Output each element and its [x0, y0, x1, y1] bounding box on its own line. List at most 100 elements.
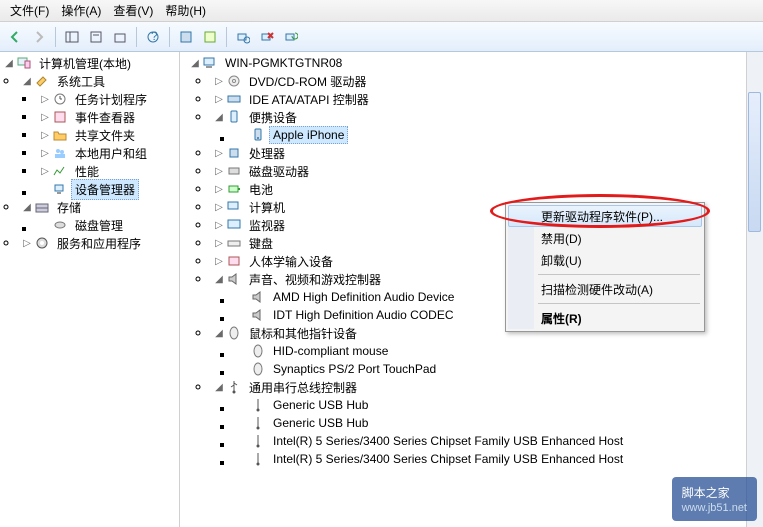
tree-root-computer-mgmt[interactable]: ◢ 计算机管理(本地) [0, 54, 179, 72]
mouse-icon [226, 325, 242, 341]
device-apple-iphone[interactable]: Apple iPhone [234, 126, 763, 144]
device-root[interactable]: ◢WIN-PGMKTGTNR08 [186, 54, 763, 72]
perf-icon [52, 163, 68, 179]
tree-device-manager[interactable]: 设备管理器 [36, 180, 179, 198]
export-button[interactable] [109, 26, 131, 48]
tree-system-tools[interactable]: ◢ 系统工具 [18, 72, 179, 90]
speaker-icon [250, 289, 266, 305]
speaker-icon [250, 307, 266, 323]
device-battery[interactable]: ▷电池 [210, 180, 763, 198]
selected-device-label: Apple iPhone [269, 126, 348, 144]
expand-icon: ◢ [212, 110, 226, 124]
mouse-icon [250, 343, 266, 359]
tools-icon [34, 73, 50, 89]
scrollbar-thumb[interactable] [748, 92, 761, 232]
forward-button[interactable] [28, 26, 50, 48]
portable-icon [226, 109, 242, 125]
expand-icon: ◢ [20, 200, 34, 214]
usb-icon [250, 397, 266, 413]
tree-shared-folders[interactable]: ▷共享文件夹 [36, 126, 179, 144]
show-hide-tree-button[interactable] [61, 26, 83, 48]
tree-services-apps[interactable]: ▷服务和应用程序 [18, 234, 179, 252]
ctx-separator [538, 274, 700, 275]
blank-icon [38, 182, 52, 196]
scan-hardware-button[interactable] [232, 26, 254, 48]
battery-icon [226, 181, 242, 197]
context-menu: 更新驱动程序软件(P)... 禁用(D) 卸载(U) 扫描检测硬件改动(A) 属… [505, 202, 705, 332]
usb-icon [250, 433, 266, 449]
ctx-disable[interactable]: 禁用(D) [508, 227, 702, 249]
ctx-separator [538, 303, 700, 304]
storage-icon [34, 199, 50, 215]
menu-file[interactable]: 文件(F) [4, 0, 55, 21]
tree-local-users[interactable]: ▷本地用户和组 [36, 144, 179, 162]
ctx-uninstall[interactable]: 卸载(U) [508, 249, 702, 271]
blank-icon [38, 218, 52, 232]
collapse-icon: ▷ [212, 74, 226, 88]
tree-task-scheduler[interactable]: ▷任务计划程序 [36, 90, 179, 108]
collapse-icon: ▷ [212, 236, 226, 250]
toolbar-btn-b[interactable] [199, 26, 221, 48]
menu-bar: 文件(F) 操作(A) 查看(V) 帮助(H) [0, 0, 763, 22]
device-usb-hub2[interactable]: Generic USB Hub [234, 414, 763, 432]
collapse-icon: ▷ [212, 254, 226, 268]
monitor-icon [226, 217, 242, 233]
collapse-icon: ▷ [38, 128, 52, 142]
tree-event-viewer[interactable]: ▷事件查看器 [36, 108, 179, 126]
collapse-icon: ▷ [38, 146, 52, 160]
ctx-scan-hardware[interactable]: 扫描检测硬件改动(A) [508, 278, 702, 300]
collapse-icon: ▷ [38, 164, 52, 178]
menu-action[interactable]: 操作(A) [55, 0, 107, 21]
tree-storage[interactable]: ◢存储 [18, 198, 179, 216]
vertical-scrollbar[interactable] [746, 52, 763, 527]
expand-icon: ◢ [212, 272, 226, 286]
disk-icon [52, 217, 68, 233]
device-ide[interactable]: ▷IDE ATA/ATAPI 控制器 [210, 90, 763, 108]
hid-icon [226, 253, 242, 269]
tree-disk-mgmt[interactable]: 磁盘管理 [36, 216, 179, 234]
dvd-icon [226, 73, 242, 89]
menu-help[interactable]: 帮助(H) [159, 0, 212, 21]
device-cpu[interactable]: ▷处理器 [210, 144, 763, 162]
collapse-icon: ▷ [212, 200, 226, 214]
device-mgr-icon [52, 181, 68, 197]
device-portable[interactable]: ◢便携设备 [210, 108, 763, 126]
uninstall-button[interactable] [256, 26, 278, 48]
expand-icon: ◢ [212, 380, 226, 394]
usb-icon [250, 415, 266, 431]
watermark: 脚本之家 www.jb51.net [672, 477, 757, 521]
back-button[interactable] [4, 26, 26, 48]
pc-icon [226, 199, 242, 215]
device-intel1[interactable]: Intel(R) 5 Series/3400 Series Chipset Fa… [234, 432, 763, 450]
properties-button[interactable] [85, 26, 107, 48]
device-synaptics[interactable]: Synaptics PS/2 Port TouchPad [234, 360, 763, 378]
ide-icon [226, 91, 242, 107]
mouse-icon [250, 361, 266, 377]
keyboard-icon [226, 235, 242, 251]
expand-icon: ◢ [2, 56, 16, 70]
update-driver-button[interactable] [280, 26, 302, 48]
device-usb-hub1[interactable]: Generic USB Hub [234, 396, 763, 414]
computer-mgmt-icon [16, 55, 32, 71]
users-icon [52, 145, 68, 161]
device-dvd[interactable]: ▷DVD/CD-ROM 驱动器 [210, 72, 763, 90]
ctx-update-driver[interactable]: 更新驱动程序软件(P)... [508, 205, 702, 227]
device-hid-mouse[interactable]: HID-compliant mouse [234, 342, 763, 360]
usb-icon [226, 379, 242, 395]
device-usb[interactable]: ◢通用串行总线控制器 [210, 378, 763, 396]
collapse-icon: ▷ [212, 182, 226, 196]
svg-text:?: ? [151, 30, 158, 43]
ctx-properties[interactable]: 属性(R) [508, 307, 702, 329]
device-intel2[interactable]: Intel(R) 5 Series/3400 Series Chipset Fa… [234, 450, 763, 468]
computer-icon [202, 55, 218, 71]
console-tree-pane: ◢ 计算机管理(本地) ◢ 系统工具 ▷任务计划程序 ▷事件查看器 [0, 52, 180, 527]
menu-view[interactable]: 查看(V) [107, 0, 159, 21]
usb-icon [250, 451, 266, 467]
help-button[interactable]: ? [142, 26, 164, 48]
event-icon [52, 109, 68, 125]
tree-performance[interactable]: ▷性能 [36, 162, 179, 180]
toolbar-btn-a[interactable] [175, 26, 197, 48]
hdd-icon [226, 163, 242, 179]
collapse-icon: ▷ [212, 164, 226, 178]
device-diskdrv[interactable]: ▷磁盘驱动器 [210, 162, 763, 180]
